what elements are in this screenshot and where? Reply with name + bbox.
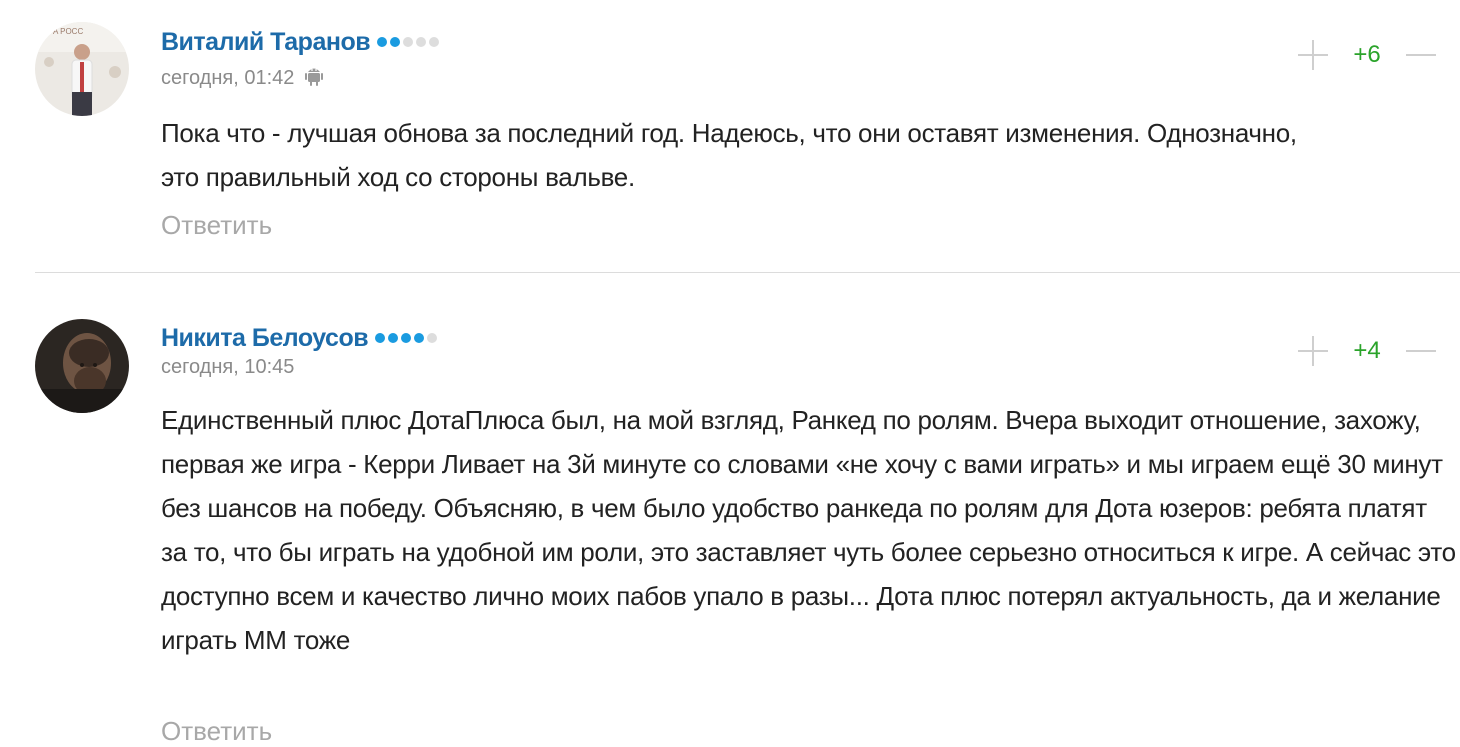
rating-dot <box>388 333 399 343</box>
comment-meta: сегодня, 01:42 <box>161 64 324 92</box>
rating-dot <box>429 37 440 47</box>
avatar[interactable] <box>35 319 129 413</box>
comment-time: сегодня, 10:45 <box>161 356 295 378</box>
rating-dots <box>375 333 438 343</box>
comment-time: сегодня, 01:42 <box>161 66 295 89</box>
comment-text: Единственный плюс ДотаПлюса был, на мой … <box>161 405 1456 655</box>
author-line: Виталий Таранов <box>161 27 440 57</box>
downvote-button[interactable] <box>1406 40 1436 70</box>
vote-controls: +6 <box>1298 35 1436 75</box>
avatar[interactable]: A POCC <box>35 22 129 116</box>
rating-dot <box>401 333 412 343</box>
author-line: Никита Белоусов <box>161 323 438 353</box>
comment-divider <box>35 272 1460 273</box>
rating-dots <box>377 37 440 47</box>
author-name[interactable]: Никита Белоусов <box>161 324 369 353</box>
upvote-button[interactable] <box>1298 336 1328 366</box>
rating-dot <box>377 37 388 47</box>
avatar-image <box>35 319 129 413</box>
comment-meta: сегодня, 10:45 <box>161 356 294 379</box>
rating-dot <box>427 333 438 343</box>
vote-score: +4 <box>1353 337 1381 364</box>
reply-link[interactable]: Ответить <box>161 210 272 241</box>
android-icon <box>304 64 324 92</box>
author-name[interactable]: Виталий Таранов <box>161 28 371 57</box>
rating-dot <box>414 333 425 343</box>
svg-text:A POCC: A POCC <box>53 27 83 36</box>
vote-score: +6 <box>1353 41 1381 68</box>
rating-dot <box>403 37 414 47</box>
rating-dot <box>390 37 401 47</box>
rating-dot <box>375 333 386 343</box>
avatar-image: A POCC <box>35 22 129 116</box>
vote-controls: +4 <box>1298 331 1436 371</box>
upvote-button[interactable] <box>1298 40 1328 70</box>
downvote-button[interactable] <box>1406 336 1436 366</box>
reply-link[interactable]: Ответить <box>161 716 272 747</box>
comment-text: Пока что - лучшая обнова за последний го… <box>161 118 1297 192</box>
rating-dot <box>416 37 427 47</box>
